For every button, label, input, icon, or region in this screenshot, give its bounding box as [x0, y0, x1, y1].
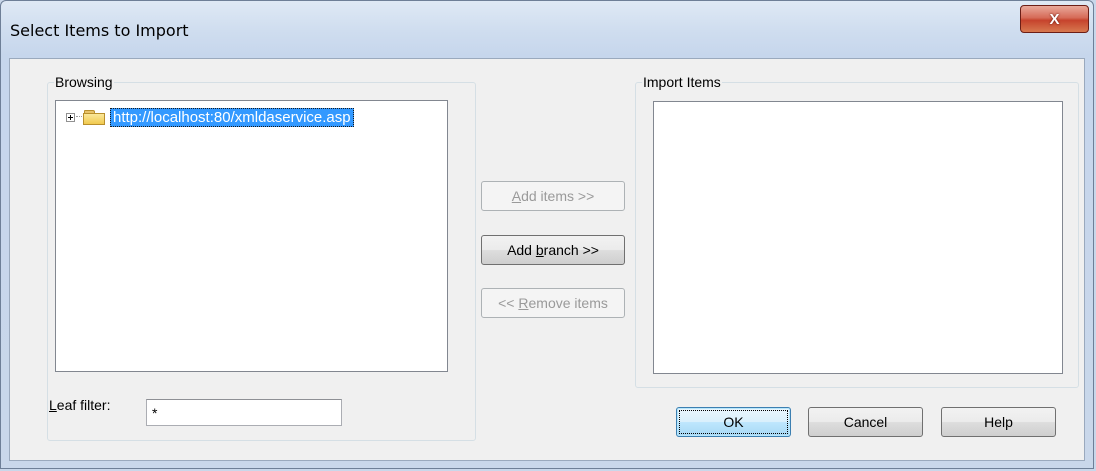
- dialog-title: Select Items to Import: [10, 21, 189, 40]
- tree-node[interactable]: http://localhost:80/xmldaservice.asp: [66, 107, 354, 127]
- folder-icon: [83, 109, 107, 125]
- browse-tree[interactable]: http://localhost:80/xmldaservice.asp: [55, 100, 448, 372]
- dialog-window: Select Items to Import X Browsing http:/…: [0, 0, 1094, 469]
- add-items-button[interactable]: Add items >>: [481, 181, 625, 211]
- cancel-button[interactable]: Cancel: [808, 407, 923, 437]
- ok-button[interactable]: OK: [676, 407, 791, 437]
- help-button[interactable]: Help: [941, 407, 1056, 437]
- close-icon: X: [1049, 10, 1060, 28]
- import-items-list[interactable]: [653, 101, 1063, 374]
- title-bar[interactable]: Select Items to Import X: [1, 1, 1093, 57]
- remove-items-button[interactable]: << Remove items: [481, 288, 625, 318]
- dialog-client-area: Browsing http://localhost:80/xmldaservic…: [9, 58, 1085, 461]
- close-button[interactable]: X: [1020, 5, 1089, 33]
- import-items-group-label: Import Items: [642, 73, 722, 91]
- browsing-group-label: Browsing: [54, 73, 114, 91]
- leaf-filter-input[interactable]: [146, 399, 342, 426]
- leaf-filter-label: Leaf filter:: [49, 397, 111, 413]
- add-branch-button[interactable]: Add b ranch >>: [481, 235, 625, 265]
- tree-node-label[interactable]: http://localhost:80/xmldaservice.asp: [110, 107, 354, 127]
- expand-icon[interactable]: [66, 113, 75, 122]
- tree-connector: [76, 116, 82, 118]
